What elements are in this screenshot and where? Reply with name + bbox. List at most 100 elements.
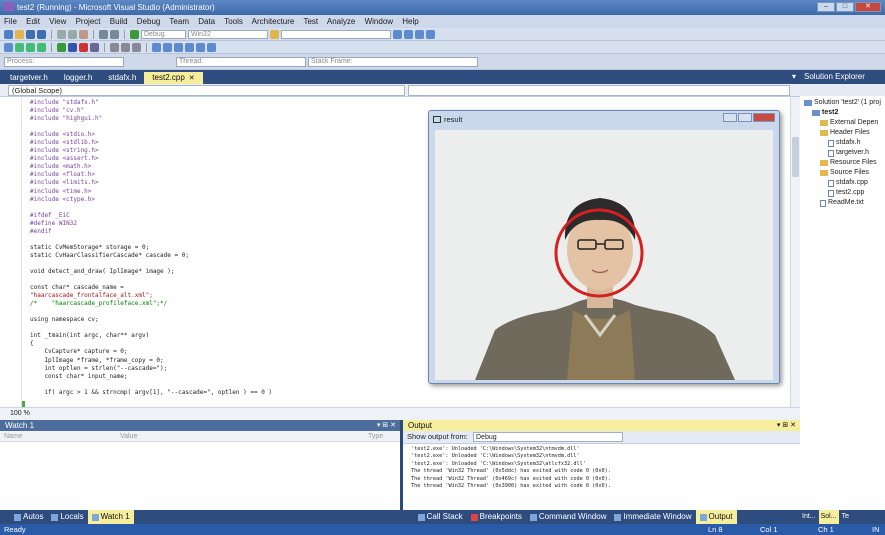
menu-analyze[interactable]: Analyze: [327, 17, 355, 26]
tree-item-project[interactable]: test2: [800, 108, 885, 118]
code-line[interactable]: const char* cascade_name =: [30, 284, 430, 292]
menu-test[interactable]: Test: [303, 17, 318, 26]
undo-icon[interactable]: [99, 29, 108, 39]
result-minimize-button[interactable]: [723, 113, 737, 122]
tree-item-file[interactable]: targetver.h: [800, 148, 885, 158]
process-dropdown[interactable]: Process:: [4, 56, 124, 67]
code-line[interactable]: void detect_and_draw( IplImage* image );: [30, 268, 430, 276]
scrollbar-thumb[interactable]: [792, 137, 799, 177]
tab-locals[interactable]: Locals: [47, 510, 87, 524]
find-icon[interactable]: [270, 29, 279, 39]
close-button[interactable]: ✕: [855, 2, 881, 12]
code-line[interactable]: static CvMemStorage* storage = 0;: [30, 244, 430, 252]
code-line[interactable]: #include <float.h>: [30, 171, 430, 179]
step-icon[interactable]: [15, 42, 24, 52]
hex-icon[interactable]: [132, 42, 141, 52]
scope-dropdown[interactable]: (Global Scope): [8, 85, 405, 96]
menu-team[interactable]: Team: [169, 17, 189, 26]
result-maximize-button[interactable]: [738, 113, 752, 122]
menu-project[interactable]: Project: [76, 17, 101, 26]
panel-pin-icon[interactable]: ▾ ⊞ ✕: [377, 420, 396, 431]
break-all-icon[interactable]: [68, 42, 77, 52]
uncomment-icon[interactable]: [174, 42, 183, 52]
tab-breakpoints[interactable]: Breakpoints: [467, 510, 526, 524]
save-icon[interactable]: [26, 29, 35, 39]
redo-icon[interactable]: [110, 29, 119, 39]
output-source-dropdown[interactable]: Debug: [473, 432, 623, 442]
breakpoint-window-icon[interactable]: [152, 42, 161, 52]
col-name[interactable]: Name: [4, 431, 23, 442]
maximize-button[interactable]: □: [836, 2, 854, 12]
code-line[interactable]: #include <limits.h>: [30, 179, 430, 187]
result-close-button[interactable]: [753, 113, 775, 122]
properties-icon[interactable]: [404, 29, 413, 39]
tab-stdafx-h[interactable]: stdafx.h: [100, 72, 144, 84]
code-line[interactable]: #define WIN32: [30, 220, 430, 228]
menu-file[interactable]: File: [4, 17, 17, 26]
code-line[interactable]: [30, 381, 430, 389]
code-line[interactable]: #include <stdio.h>: [30, 131, 430, 139]
step-into-icon[interactable]: [26, 42, 35, 52]
tree-item-file[interactable]: stdafx.cpp: [800, 178, 885, 188]
code-line[interactable]: #include "stdafx.h": [30, 99, 430, 107]
tree-item-file[interactable]: stdafx.h: [800, 138, 885, 148]
code-line[interactable]: [30, 276, 430, 284]
tab-call-stack[interactable]: Call Stack: [414, 510, 467, 524]
start-icon[interactable]: [57, 42, 66, 52]
menu-architecture[interactable]: Architecture: [252, 17, 295, 26]
code-line[interactable]: #include <stdlib.h>: [30, 139, 430, 147]
find-box[interactable]: [281, 29, 391, 39]
platform-dropdown[interactable]: Win32: [188, 29, 268, 39]
code-line[interactable]: #include "highgui.h": [30, 115, 430, 123]
zoom-level[interactable]: 100 %: [10, 410, 30, 417]
object-browser-icon[interactable]: [415, 29, 424, 39]
menu-build[interactable]: Build: [110, 17, 128, 26]
tab-sol[interactable]: Sol...: [818, 510, 839, 524]
continue-icon[interactable]: [130, 29, 139, 39]
code-line[interactable]: [30, 236, 430, 244]
code-line[interactable]: #include "cv.h": [30, 107, 430, 115]
code-line[interactable]: "haarcascade_frontalface_alt.xml";: [30, 292, 430, 300]
stackframe-dropdown[interactable]: Stack Frame:: [308, 56, 478, 67]
code-line[interactable]: [30, 123, 430, 131]
menu-data[interactable]: Data: [198, 17, 215, 26]
bookmark-icon[interactable]: [185, 42, 194, 52]
code-line[interactable]: int _tmain(int argc, char** argv): [30, 332, 430, 340]
step-out-icon[interactable]: [121, 42, 130, 52]
tree-item-file[interactable]: ReadMe.txt: [800, 198, 885, 208]
code-line[interactable]: [30, 260, 430, 268]
save-all-icon[interactable]: [37, 29, 46, 39]
thread-dropdown[interactable]: Thread:: [176, 56, 306, 67]
code-line[interactable]: CvCapture* capture = 0;: [30, 348, 430, 356]
code-line[interactable]: [30, 204, 430, 212]
output-text[interactable]: 'test2.exe': Unloaded 'C:\Windows\System…: [411, 446, 781, 496]
tab-output[interactable]: Output: [695, 510, 737, 524]
next-bookmark-icon[interactable]: [196, 42, 205, 52]
menu-edit[interactable]: Edit: [26, 17, 40, 26]
comment-icon[interactable]: [163, 42, 172, 52]
code-line[interactable]: if( argc > 1 && strncmp( argv[1], "--cas…: [30, 389, 430, 397]
minimize-button[interactable]: –: [817, 2, 835, 12]
editor-scrollbar[interactable]: [790, 97, 800, 407]
tab-command-window[interactable]: Command Window: [526, 510, 611, 524]
code-line[interactable]: #include <ctype.h>: [30, 196, 430, 204]
code-line[interactable]: /* "haarcascade_profileface.xml";*/: [30, 300, 430, 308]
menu-debug[interactable]: Debug: [137, 17, 161, 26]
code-line[interactable]: #ifdef _EiC: [30, 212, 430, 220]
code-line[interactable]: #include <time.h>: [30, 188, 430, 196]
tree-item-folder[interactable]: Header Files: [800, 128, 885, 138]
toolbox-icon[interactable]: [426, 29, 435, 39]
copy-icon[interactable]: [68, 29, 77, 39]
tree-item-folder[interactable]: External Depen: [800, 118, 885, 128]
restart-icon[interactable]: [90, 42, 99, 52]
show-next-icon[interactable]: [110, 42, 119, 52]
menu-tools[interactable]: Tools: [224, 17, 243, 26]
code-line[interactable]: #include <math.h>: [30, 163, 430, 171]
menu-view[interactable]: View: [49, 17, 66, 26]
tab-autos[interactable]: Autos: [10, 510, 47, 524]
code-line[interactable]: const char* input_name;: [30, 373, 430, 381]
open-file-icon[interactable]: [15, 29, 24, 39]
member-dropdown[interactable]: [408, 85, 790, 96]
debug-icon[interactable]: [4, 42, 13, 52]
code-line[interactable]: [30, 308, 430, 316]
